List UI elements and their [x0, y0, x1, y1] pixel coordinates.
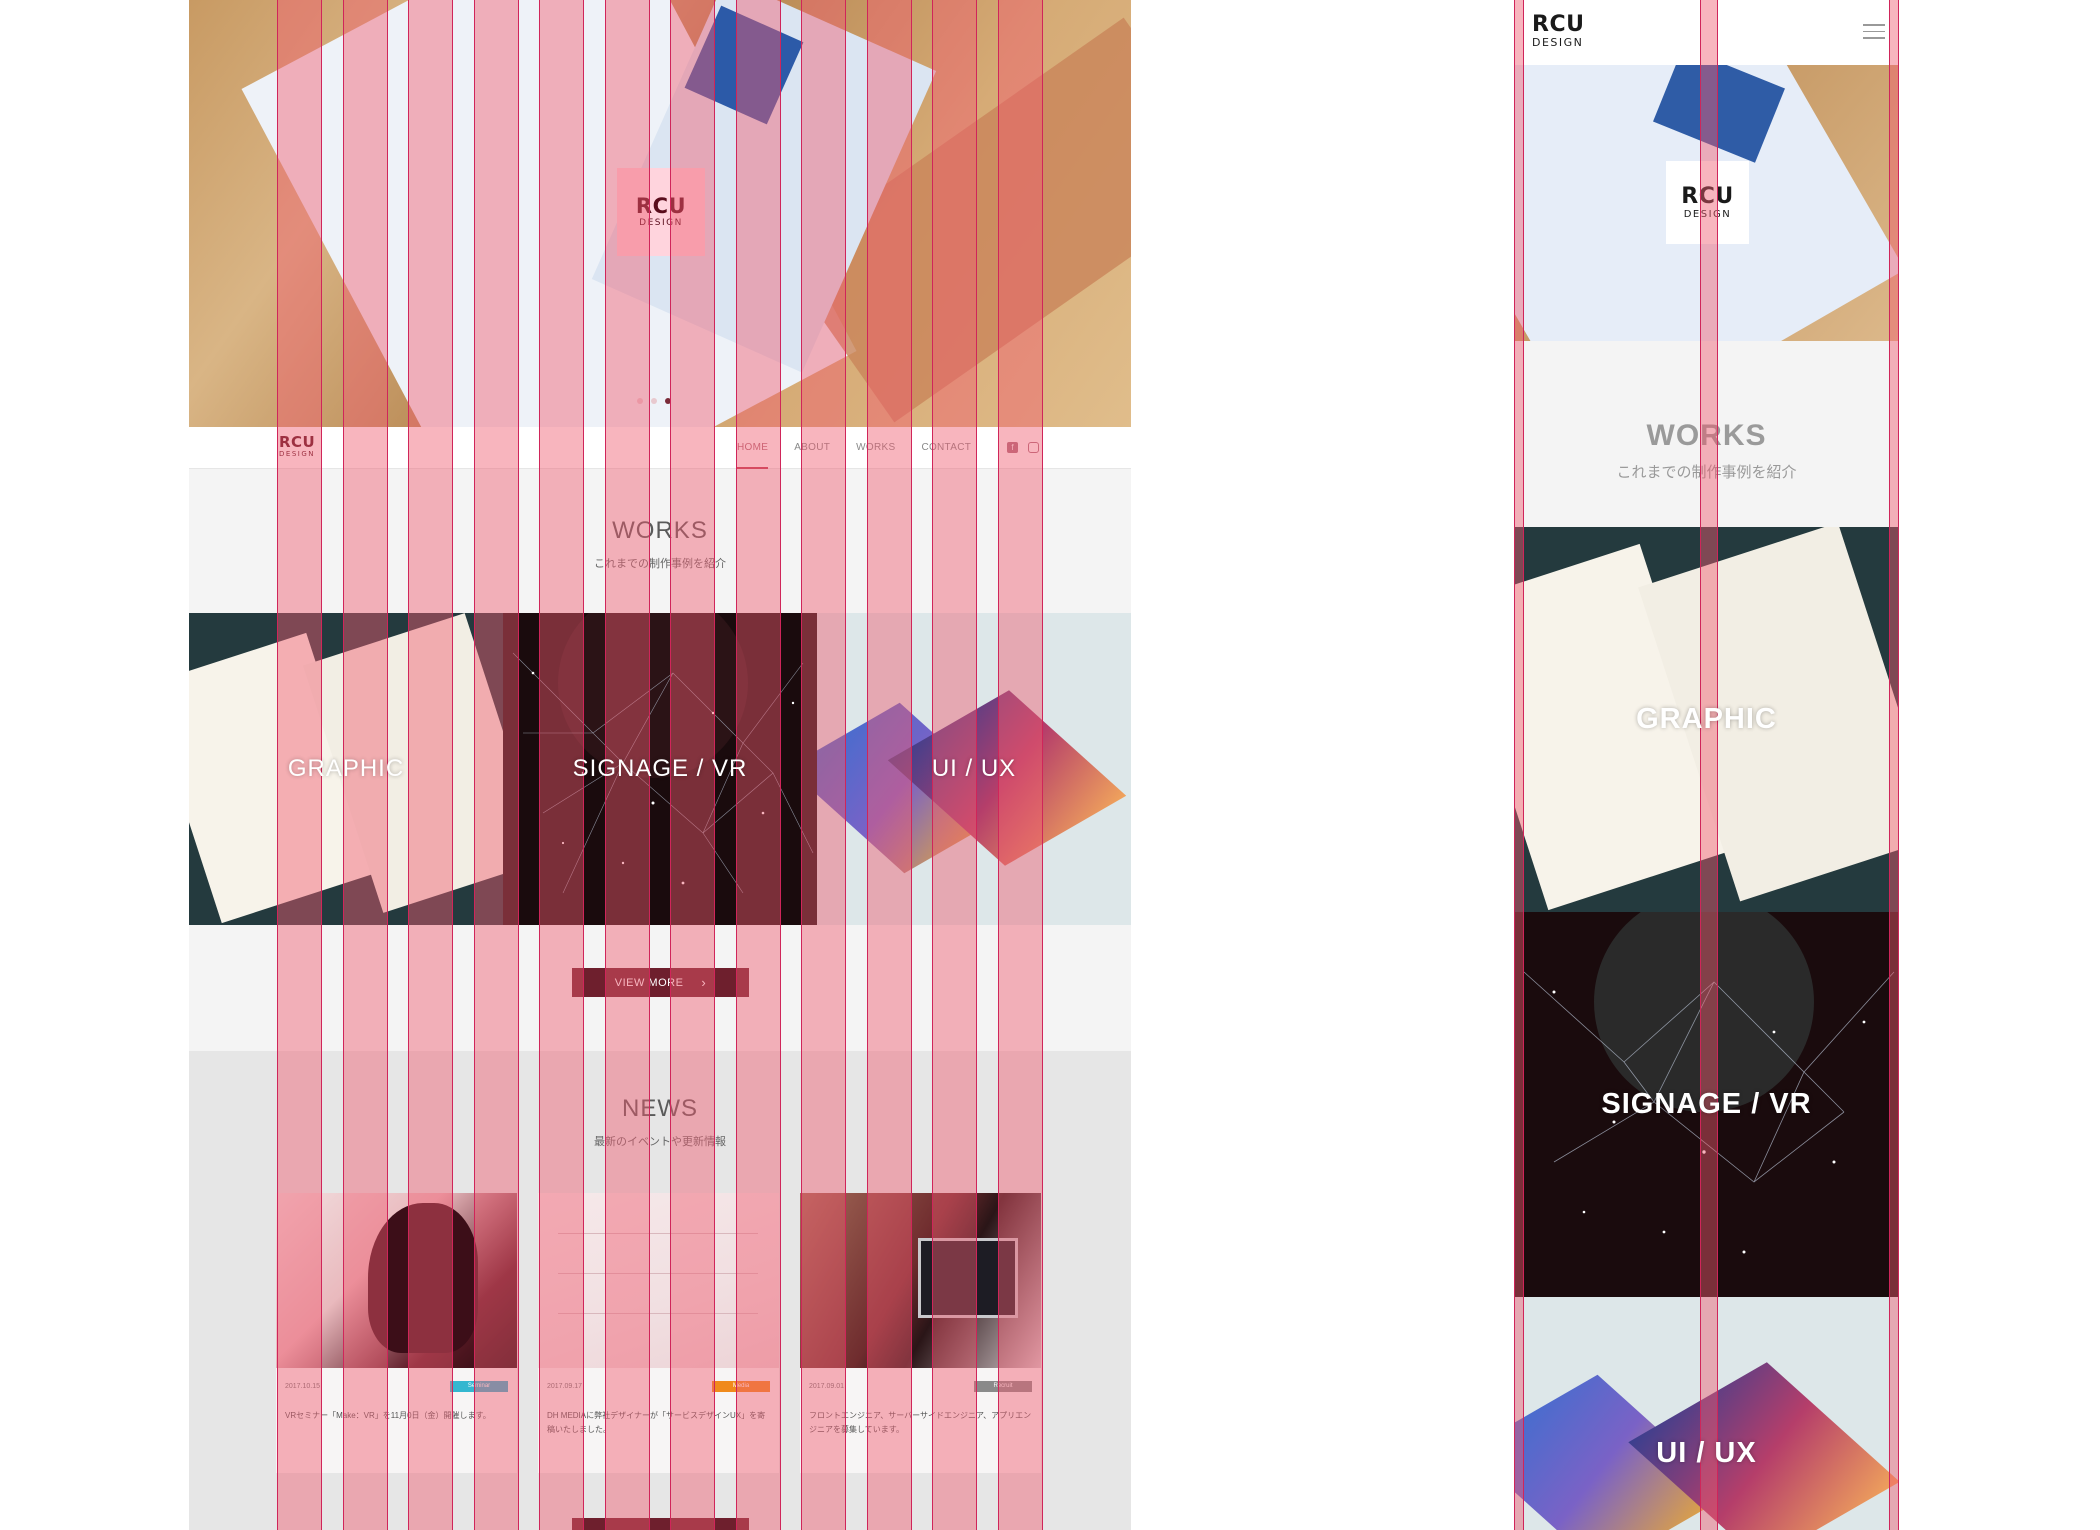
navbar: RCU DESIGN HOME ABOUT WORKS CONTACT f — [189, 427, 1131, 469]
works-view-more-button[interactable]: VIEW MORE › — [572, 968, 749, 997]
mobile-logo[interactable]: RCU DESIGN — [1532, 12, 1585, 49]
wireframe-line — [558, 1313, 758, 1314]
works-tiles: GRAPHIC SIGNAGE / VR UI / UX — [189, 613, 1131, 925]
hero-slideshow: RCU DESIGN — [189, 0, 1131, 427]
grid-column — [1514, 0, 1524, 1530]
hamburger-menu-icon[interactable] — [1863, 24, 1885, 44]
works-subtitle: これまでの制作事例を紹介 — [594, 558, 726, 570]
wireframe-line — [558, 1233, 758, 1234]
slide-dot[interactable] — [651, 398, 657, 404]
grid-column — [867, 0, 912, 1530]
news-section: NEWS 最新のイベントや更新情報 2017.10.15 Seminar VRセ… — [189, 1051, 1131, 1530]
grid-column — [1889, 0, 1899, 1530]
tile-label: GRAPHIC — [1636, 703, 1777, 735]
tile-label: GRAPHIC — [287, 755, 405, 782]
grid-column — [1700, 0, 1718, 1530]
grid-column — [408, 0, 453, 1530]
grid-column — [474, 0, 519, 1530]
works-title: WORKS — [612, 517, 708, 544]
logo-text: RCU — [1532, 12, 1585, 37]
logo-subtext: DESIGN — [1532, 36, 1584, 49]
tile-label: SIGNAGE / VR — [1601, 1088, 1812, 1120]
news-list: 2017.10.15 Seminar VRセミナー「Make：VR」を11月0日… — [276, 1193, 1041, 1473]
tile-label: UI / UX — [1656, 1437, 1757, 1469]
desktop-mockup: RCU DESIGN RCU DESIGN HOME ABOUT WORKS C… — [189, 0, 1131, 1530]
grid-column — [801, 0, 846, 1530]
works-section: WORKS これまでの制作事例を紹介 GRAPHIC SIGNAGE / VR … — [189, 469, 1131, 1051]
wireframe-line — [558, 1273, 758, 1274]
news-title: NEWS — [622, 1095, 698, 1122]
tile-label: SIGNAGE / VR — [572, 755, 748, 782]
news-subtitle: 最新のイベントや更新情報 — [594, 1136, 726, 1148]
tile-label: UI / UX — [931, 755, 1017, 782]
news-view-more-button[interactable] — [572, 1518, 749, 1530]
